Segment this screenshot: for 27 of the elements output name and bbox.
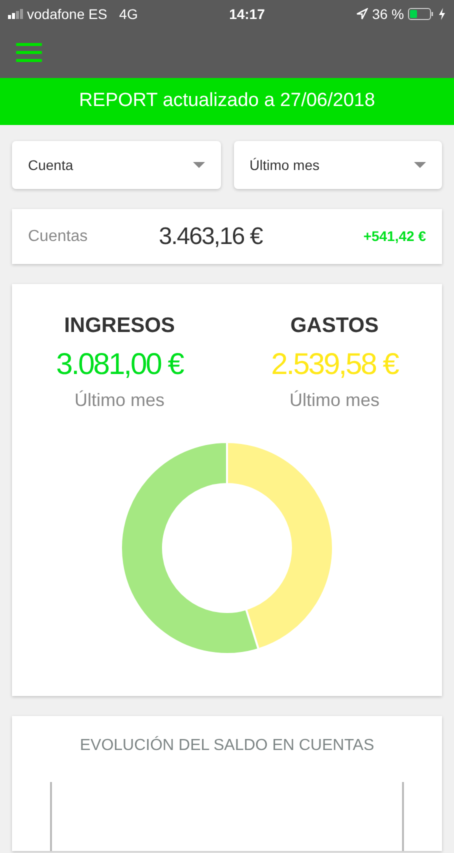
period-label: Último mes [74,388,164,412]
signal-icon [8,9,23,19]
battery-icon [408,8,434,20]
period-label: Último mes [289,388,380,412]
chart-title: EVOLUCIÓN DEL SALDO EN CUENTAS [80,735,374,756]
accounts-total: 3.463,16 € [158,222,262,252]
network-type: 4G [119,4,138,24]
caret-icon [192,162,204,168]
banner-title: REPORT actualizado a 27/06/2018 [78,89,376,114]
axis-line [50,782,52,851]
axis-line [402,782,404,851]
summary-title: INGRESOS [64,313,175,339]
status-time: 14:17 [229,4,265,24]
accounts-label: Cuentas [28,226,88,246]
summary-title: GASTOS [290,313,379,339]
dropdown-select[interactable]: Cuenta [12,141,220,189]
summary-amount: 3.081,00 € [56,346,183,382]
battery-percent: 36 % [372,4,404,24]
caret-icon [414,162,426,168]
carrier-name: vodafone ES [27,4,108,24]
location-icon [356,8,368,20]
dropdown-select[interactable]: Último mes [234,141,442,189]
summary-amount: 2.539,58 € [271,346,398,382]
charging-icon [438,8,446,20]
menu-button[interactable] [16,41,42,65]
balance-change: +541,42 € [363,227,426,246]
menu-icon [16,43,42,62]
